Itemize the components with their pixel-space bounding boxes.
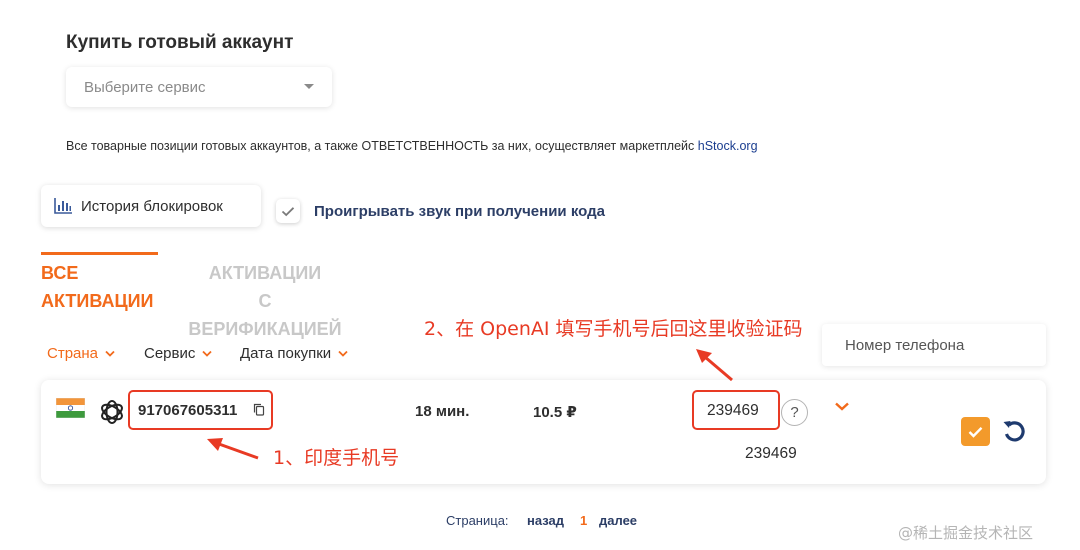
pagination-label: Страница: — [446, 513, 509, 528]
filter-service[interactable]: Сервис — [144, 345, 213, 362]
sms-code[interactable]: 239469 — [707, 402, 759, 420]
sound-checkbox-label: Проигрывать звук при получении кода — [314, 203, 605, 220]
pagination-current-page[interactable]: 1 — [580, 513, 587, 528]
annotation-step1: 1、印度手机号 — [273, 447, 400, 469]
help-icon[interactable]: ? — [781, 399, 808, 426]
tab-all-line2: АКТИВАЦИИ — [41, 291, 154, 311]
arrow-to-code — [696, 349, 733, 382]
activation-time: 18 мин. — [415, 403, 470, 420]
pagination-next-link[interactable]: далее — [599, 513, 637, 528]
hstock-link[interactable]: hStock.org — [698, 139, 758, 153]
phone-search-input[interactable]: Номер телефона — [822, 324, 1046, 366]
tab-verified-line1: АКТИВАЦИИ — [208, 263, 322, 283]
check-icon — [281, 206, 295, 216]
refresh-icon[interactable] — [1000, 417, 1028, 445]
annotation-step2: 2、在 OpenAI 填写手机号后回这里收验证码 — [424, 318, 803, 340]
phone-search-placeholder: Номер телефона — [845, 336, 965, 354]
chevron-down-icon — [202, 350, 213, 357]
filter-country[interactable]: Страна — [47, 345, 115, 362]
service-select[interactable]: Выберите сервис — [66, 67, 332, 107]
chevron-down-icon — [338, 350, 348, 357]
confirm-button[interactable] — [961, 417, 990, 446]
sound-checkbox[interactable] — [276, 199, 300, 223]
page-title: Купить готовый аккаунт — [66, 32, 294, 53]
check-icon — [968, 426, 983, 438]
activation-price: 10.5 ₽ — [533, 404, 577, 421]
phone-number[interactable]: 917067605311 — [138, 402, 237, 419]
help-glyph: ? — [790, 404, 799, 421]
watermark: @稀土掘金技术社区 — [898, 524, 1034, 542]
chevron-down-icon — [105, 350, 115, 357]
filter-date-label: Дата покупки — [240, 345, 332, 362]
block-history-button[interactable]: История блокировок — [41, 185, 261, 227]
filter-date[interactable]: Дата покупки — [240, 345, 348, 362]
pagination-back-link[interactable]: назад — [527, 513, 564, 528]
filter-service-label: Сервис — [144, 345, 196, 362]
copy-icon[interactable] — [253, 403, 265, 416]
flag-india-icon — [56, 398, 85, 418]
bar-chart-icon — [54, 198, 72, 214]
previous-code: 239469 — [745, 445, 797, 462]
active-tab-indicator — [41, 252, 158, 255]
openai-icon — [101, 400, 123, 424]
service-select-placeholder: Выберите сервис — [84, 78, 206, 96]
disclaimer-text: Все товарные позиции готовых аккаунтов, … — [66, 139, 698, 153]
caret-down-icon — [304, 84, 314, 89]
block-history-label: История блокировок — [81, 197, 223, 215]
tab-all-line1: ВСЕ — [41, 263, 79, 283]
disclaimer: Все товарные позиции готовых аккаунтов, … — [66, 139, 758, 153]
chevron-down-icon[interactable] — [834, 401, 850, 412]
filter-country-label: Страна — [47, 345, 99, 362]
tab-verified-activations[interactable]: АКТИВАЦИИ С ВЕРИФИКАЦИЕЙ — [180, 259, 350, 343]
tab-verified-line2: С ВЕРИФИКАЦИЕЙ — [188, 291, 342, 339]
tab-all-activations[interactable]: ВСЕ АКТИВАЦИИ — [41, 259, 159, 315]
